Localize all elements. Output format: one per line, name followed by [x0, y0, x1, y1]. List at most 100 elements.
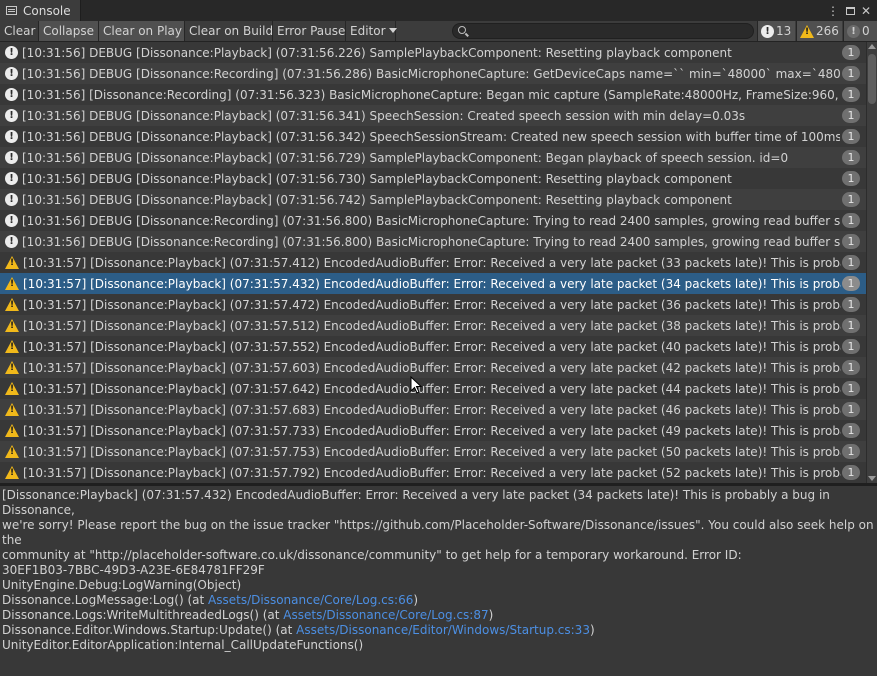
stack-frame: Dissonance.Logs:WriteMultithreadedLogs()…	[2, 608, 494, 622]
log-message: [10:31:57] [Dissonance:Playback] (07:31:…	[23, 402, 841, 417]
log-count-badge: 1	[842, 87, 860, 102]
log-count-badge: 1	[842, 108, 860, 123]
editor-dropdown[interactable]: Editor	[346, 21, 397, 41]
log-row[interactable]: ! [10:31:56] [Dissonance:Recording] (07:3…	[0, 84, 866, 105]
log-message: [10:31:56] DEBUG [Dissonance:Recording] …	[22, 234, 840, 249]
log-count-badge: 1	[842, 360, 860, 375]
warning-icon	[5, 445, 19, 458]
stack-frame: Dissonance.LogMessage:Log() (at Assets/D…	[2, 593, 419, 607]
info-icon: !	[5, 130, 18, 143]
console-tab[interactable]: Console	[0, 0, 81, 21]
log-row[interactable]: [10:31:57] [Dissonance:Playback] (07:31:…	[0, 378, 866, 399]
detail-line: community at "http://placeholder-softwar…	[2, 548, 742, 562]
log-row[interactable]: ! [10:31:56] DEBUG [Dissonance:Playback] …	[0, 189, 866, 210]
warning-icon	[5, 424, 19, 437]
log-list: ! [10:31:56] DEBUG [Dissonance:Playback] …	[0, 42, 866, 483]
log-message: [10:31:56] DEBUG [Dissonance:Recording] …	[22, 213, 840, 228]
log-message: [10:31:56] DEBUG [Dissonance:Recording] …	[22, 66, 840, 81]
info-icon: !	[5, 109, 18, 122]
error-filter-toggle[interactable]: ! 0	[843, 21, 877, 41]
log-count-badge: 1	[842, 66, 860, 81]
scroll-thumb[interactable]	[868, 54, 876, 104]
log-message: [10:31:57] [Dissonance:Playback] (07:31:…	[23, 276, 841, 291]
clear-on-play-toggle[interactable]: Clear on Play	[99, 21, 185, 41]
log-count-badge: 1	[842, 423, 860, 438]
log-count-badge: 1	[842, 255, 860, 270]
warning-icon	[5, 382, 19, 395]
info-icon: !	[5, 88, 18, 101]
log-row[interactable]: ! [10:31:56] DEBUG [Dissonance:Playback] …	[0, 42, 866, 63]
error-pause-toggle[interactable]: Error Pause	[273, 21, 346, 41]
warning-icon	[5, 403, 19, 416]
log-row[interactable]: ! [10:31:56] DEBUG [Dissonance:Playback] …	[0, 168, 866, 189]
source-link[interactable]: Assets/Dissonance/Core/Log.cs:66	[208, 593, 413, 607]
log-count-badge: 1	[842, 234, 860, 249]
maximize-icon[interactable]	[843, 2, 857, 19]
search-input[interactable]	[469, 24, 749, 38]
info-filter-toggle[interactable]: ! 13	[757, 21, 795, 41]
clear-on-build-toggle[interactable]: Clear on Build	[185, 21, 273, 41]
warning-icon	[5, 256, 19, 269]
source-link[interactable]: Assets/Dissonance/Editor/Windows/Startup…	[296, 623, 590, 637]
log-row[interactable]: ! [10:31:56] DEBUG [Dissonance:Recording]…	[0, 231, 866, 252]
source-link[interactable]: Assets/Dissonance/Core/Log.cs:87	[283, 608, 488, 622]
log-row[interactable]: [10:31:57] [Dissonance:Playback] (07:31:…	[0, 441, 866, 462]
clear-button[interactable]: Clear	[0, 21, 39, 41]
log-count-badge: 1	[842, 45, 860, 60]
log-message: [10:31:56] [Dissonance:Recording] (07:31…	[22, 87, 840, 102]
info-icon: !	[5, 172, 18, 185]
info-icon: !	[5, 67, 18, 80]
console-toolbar: Clear Collapse Clear on Play Clear on Bu…	[0, 21, 877, 42]
warning-filter-toggle[interactable]: 266	[796, 21, 842, 41]
search-icon	[458, 26, 466, 34]
collapse-toggle[interactable]: Collapse	[39, 21, 99, 41]
log-detail-pane: [Dissonance:Playback] (07:31:57.432) Enc…	[0, 486, 877, 676]
chevron-down-icon	[388, 28, 397, 33]
log-row[interactable]: [10:31:57] [Dissonance:Playback] (07:31:…	[0, 399, 866, 420]
info-icon: !	[5, 193, 18, 206]
log-message: [10:31:57] [Dissonance:Playback] (07:31:…	[23, 444, 841, 459]
close-icon[interactable]: ✕	[859, 2, 873, 19]
log-row[interactable]: [10:31:57] [Dissonance:Playback] (07:31:…	[0, 357, 866, 378]
log-message: [10:31:56] DEBUG [Dissonance:Playback] (…	[22, 108, 746, 123]
log-row[interactable]: [10:31:57] [Dissonance:Playback] (07:31:…	[0, 336, 866, 357]
log-message: [10:31:57] [Dissonance:Playback] (07:31:…	[23, 423, 841, 438]
log-message: [10:31:57] [Dissonance:Playback] (07:31:…	[23, 297, 841, 312]
log-count-badge: 1	[842, 465, 860, 480]
more-options-icon[interactable]: ⋮	[826, 2, 840, 19]
detail-line: we're sorry! Please report the bug on th…	[2, 518, 874, 547]
log-message: [10:31:57] [Dissonance:Playback] (07:31:…	[23, 381, 841, 396]
warning-icon	[5, 340, 19, 353]
log-list-scrollbar[interactable]	[866, 42, 877, 483]
info-icon: !	[5, 235, 18, 248]
log-row[interactable]: [10:31:57] [Dissonance:Playback] (07:31:…	[0, 420, 866, 441]
detail-line: UnityEditor.EditorApplication:Internal_C…	[2, 638, 364, 652]
log-row[interactable]: ! [10:31:56] DEBUG [Dissonance:Playback] …	[0, 147, 866, 168]
warning-icon	[5, 319, 19, 332]
log-count-badge: 1	[842, 150, 860, 165]
log-row[interactable]: ! [10:31:56] DEBUG [Dissonance:Recording]…	[0, 210, 866, 231]
log-count-badge: 1	[842, 297, 860, 312]
log-row[interactable]: ! [10:31:56] DEBUG [Dissonance:Playback] …	[0, 126, 866, 147]
log-count-badge: 1	[842, 276, 860, 291]
log-row[interactable]: [10:31:57] [Dissonance:Playback] (07:31:…	[0, 252, 866, 273]
log-count-badge: 1	[842, 213, 860, 228]
detail-line: UnityEngine.Debug:LogWarning(Object)	[2, 578, 242, 592]
warning-icon	[800, 24, 814, 38]
log-message: [10:31:57] [Dissonance:Playback] (07:31:…	[23, 318, 841, 333]
log-row[interactable]: [10:31:57] [Dissonance:Playback] (07:31:…	[0, 462, 866, 483]
error-icon: !	[847, 24, 860, 38]
log-row[interactable]: ! [10:31:56] DEBUG [Dissonance:Playback] …	[0, 105, 866, 126]
scroll-down-icon[interactable]	[868, 476, 876, 481]
log-row[interactable]: [10:31:57] [Dissonance:Playback] (07:31:…	[0, 315, 866, 336]
search-field[interactable]	[452, 23, 754, 39]
error-count: 0	[862, 24, 870, 38]
log-row[interactable]: [10:31:57] [Dissonance:Playback] (07:31:…	[0, 294, 866, 315]
console-icon	[6, 6, 17, 15]
editor-dropdown-label: Editor	[350, 24, 386, 38]
log-message: [10:31:57] [Dissonance:Playback] (07:31:…	[23, 339, 841, 354]
scroll-up-icon[interactable]	[868, 44, 876, 49]
log-row[interactable]: [10:31:57] [Dissonance:Playback] (07:31:…	[0, 273, 866, 294]
log-row[interactable]: ! [10:31:56] DEBUG [Dissonance:Recording]…	[0, 63, 866, 84]
warning-count: 266	[816, 24, 839, 38]
